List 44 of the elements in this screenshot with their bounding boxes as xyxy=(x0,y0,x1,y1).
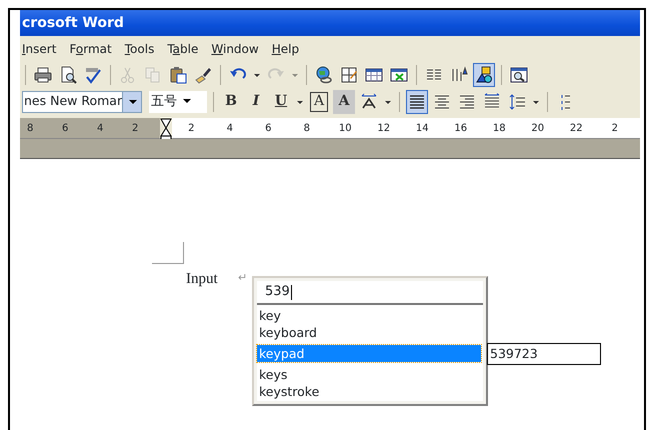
suggestion-item[interactable]: keys xyxy=(257,366,483,383)
character-shading-button[interactable]: A xyxy=(333,90,355,114)
ruler-number: 16 xyxy=(453,122,468,136)
font-combo[interactable]: nes New Romar xyxy=(22,90,142,112)
popup-input-field[interactable]: 539 xyxy=(257,281,483,305)
menu-item[interactable]: Tools xyxy=(122,40,166,58)
size-combo[interactable]: 五号 xyxy=(149,90,207,112)
caret-icon xyxy=(128,98,137,104)
menu-item[interactable]: Window xyxy=(209,40,270,58)
ruler-number: 8 xyxy=(302,122,311,136)
suggestion-item[interactable]: keystroke xyxy=(257,383,483,400)
window-title: crosoft Word xyxy=(22,14,124,32)
menu-item[interactable]: Help xyxy=(270,40,310,58)
menu-item[interactable]: Table xyxy=(165,40,210,58)
ruler-number: 8 xyxy=(26,122,34,136)
ruler-number: 6 xyxy=(264,122,272,136)
suggestion-item[interactable]: keypad xyxy=(257,345,481,362)
ruler-number: 2 xyxy=(131,122,140,136)
italic-button[interactable]: I xyxy=(245,90,267,114)
menu-item[interactable]: Format xyxy=(67,40,123,58)
underline-button[interactable]: U xyxy=(270,90,292,114)
suggestion-item[interactable]: keyboard xyxy=(257,324,483,341)
ruler-number: 6 xyxy=(61,122,70,136)
ruler-number: 20 xyxy=(530,122,546,136)
ruler-number: 22 xyxy=(568,122,584,136)
shapes-icon[interactable] xyxy=(473,62,495,86)
bold-button[interactable]: B xyxy=(220,90,242,114)
suggestion-item[interactable]: key xyxy=(257,307,483,324)
ruler-number: 12 xyxy=(376,122,392,136)
dropdown-button[interactable] xyxy=(122,92,141,112)
character-border-button[interactable]: A xyxy=(308,90,330,114)
ruler-number: 2 xyxy=(610,122,619,136)
ruler-number: 2 xyxy=(187,122,196,136)
menu-item[interactable]: Insert xyxy=(20,40,68,58)
ruler-number: 4 xyxy=(96,122,104,136)
document-text: Input xyxy=(186,270,218,289)
ruler-number: 18 xyxy=(492,122,507,136)
ruler-number: 14 xyxy=(414,122,430,136)
justify-icon[interactable] xyxy=(406,90,428,114)
ruler-number: 4 xyxy=(226,122,234,136)
paragraph-mark: ↵ xyxy=(238,270,248,286)
margin-corner-mark xyxy=(152,242,184,264)
code-field: 539723 xyxy=(487,343,601,365)
ruler-number: 10 xyxy=(338,122,353,136)
